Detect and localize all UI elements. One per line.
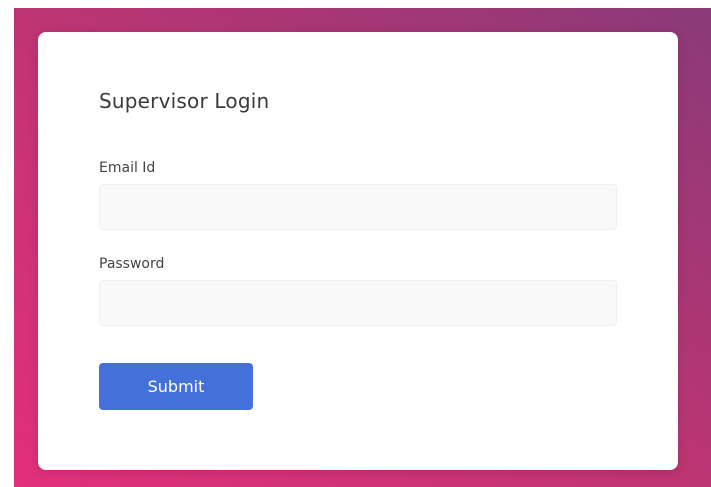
page-title: Supervisor Login xyxy=(99,89,270,113)
email-label: Email Id xyxy=(99,160,156,176)
email-field[interactable] xyxy=(99,184,617,230)
password-field[interactable] xyxy=(99,280,617,326)
submit-button[interactable]: Submit xyxy=(99,363,253,410)
gradient-background: Supervisor Login Email Id Password Submi… xyxy=(14,8,711,487)
login-card: Supervisor Login Email Id Password Submi… xyxy=(38,32,678,470)
password-label: Password xyxy=(99,256,165,272)
